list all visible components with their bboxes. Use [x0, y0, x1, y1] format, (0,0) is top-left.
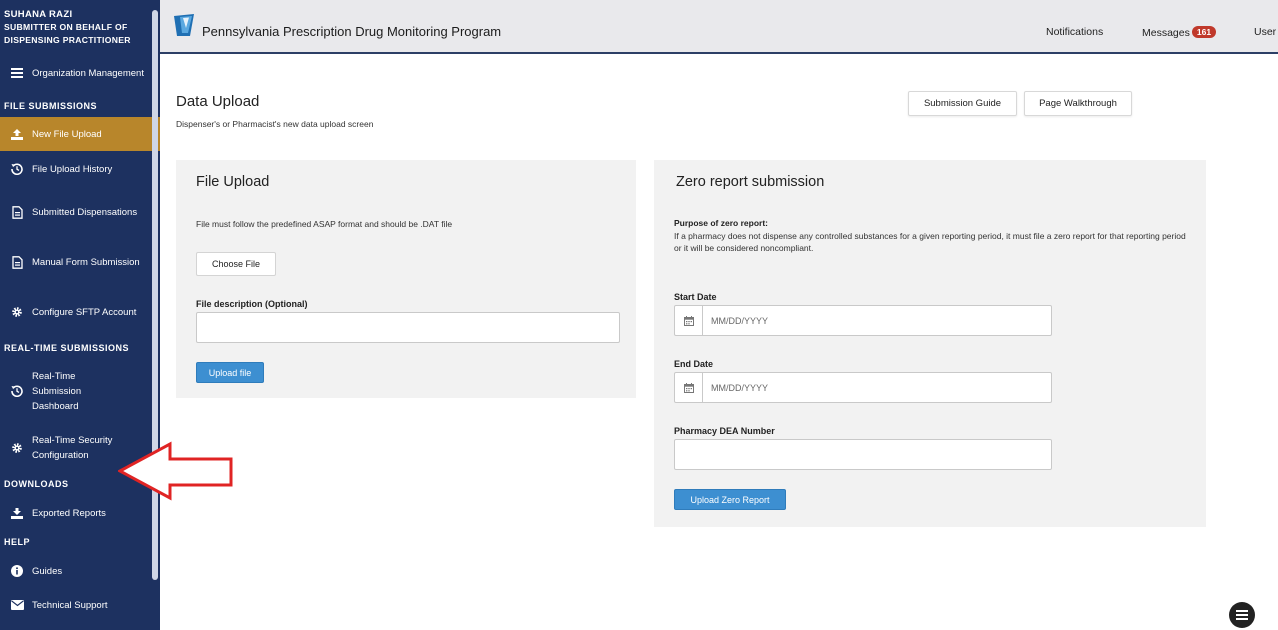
- choose-file-button[interactable]: Choose File: [196, 252, 276, 276]
- zero-report-title: Zero report submission: [676, 174, 825, 190]
- page-walkthrough-button[interactable]: Page Walkthrough: [1024, 91, 1132, 116]
- file-description-input[interactable]: [196, 312, 620, 343]
- floating-menu-button[interactable]: [1229, 602, 1255, 628]
- sidebar-item-submitted-dispensations[interactable]: Submitted Dispensations: [0, 187, 160, 237]
- zero-report-purpose-text: If a pharmacy does not dispense any cont…: [674, 231, 1186, 253]
- history-icon: [10, 163, 24, 175]
- sidebar-item-label: Manual Form Submission: [32, 256, 140, 268]
- envelope-icon: [10, 600, 24, 610]
- menu-icon: [1236, 610, 1248, 620]
- calendar-icon[interactable]: [675, 373, 703, 402]
- list-icon: [10, 68, 24, 78]
- pharmacy-dea-label: Pharmacy DEA Number: [674, 426, 775, 436]
- sidebar-item-label: Organization Management: [32, 67, 144, 79]
- file-icon: [10, 205, 24, 219]
- file-description-label: File description (Optional): [196, 299, 308, 309]
- top-bar: Pennsylvania Prescription Drug Monitorin…: [160, 0, 1278, 54]
- sidebar-item-realtime-dashboard[interactable]: Real-Time Submission Dashboard: [0, 359, 160, 423]
- messages-count-badge: 161: [1191, 26, 1217, 38]
- sidebar-item-manual-form-submission[interactable]: Manual Form Submission: [0, 237, 160, 287]
- end-date-input[interactable]: [703, 373, 1051, 402]
- notifications-link[interactable]: Notifications: [1046, 26, 1103, 38]
- sidebar-item-file-upload-history[interactable]: File Upload History: [0, 151, 160, 187]
- sidebar-item-label: Guides: [32, 565, 63, 577]
- end-date-label: End Date: [674, 359, 714, 369]
- calendar-icon[interactable]: [675, 306, 703, 335]
- pharmacy-dea-input[interactable]: [674, 439, 1052, 470]
- sidebar: SUHANA RAZI SUBMITTER ON BEHALF OF DISPE…: [0, 0, 160, 630]
- start-date-label: Start Date: [674, 292, 717, 302]
- sidebar-item-label: Real-Time Security Configuration: [32, 435, 113, 461]
- upload-icon: [10, 128, 24, 140]
- user-role: SUBMITTER ON BEHALF OF DISPENSING PRACTI…: [4, 22, 131, 45]
- keystone-logo-icon: [172, 13, 196, 37]
- sidebar-item-label: New File Upload: [32, 128, 102, 140]
- start-date-input[interactable]: [703, 306, 1051, 335]
- zero-report-panel: Zero report submission Purpose of zero r…: [654, 160, 1206, 527]
- file-icon: [10, 255, 24, 269]
- sidebar-item-label: File Upload History: [32, 163, 113, 175]
- sidebar-item-label: Real-Time Submission Dashboard: [32, 370, 82, 412]
- file-format-instruction: File must follow the predefined ASAP for…: [196, 219, 453, 229]
- user-info: SUHANA RAZI SUBMITTER ON BEHALF OF DISPE…: [0, 0, 160, 51]
- end-date-field: [674, 372, 1052, 403]
- sidebar-item-guides[interactable]: Guides: [0, 553, 160, 589]
- upload-zero-report-button[interactable]: Upload Zero Report: [674, 489, 786, 510]
- messages-label: Messages: [1142, 27, 1190, 39]
- red-arrow-annotation-icon: [118, 441, 233, 501]
- gear-icon: [10, 442, 24, 454]
- section-help: HELP: [4, 537, 31, 547]
- page-title: Data Upload: [176, 93, 260, 110]
- user-menu[interactable]: User: [1254, 26, 1276, 38]
- user-name: SUHANA RAZI: [4, 9, 73, 20]
- sidebar-item-technical-support[interactable]: Technical Support: [0, 589, 160, 621]
- zero-report-purpose-label: Purpose of zero report:: [674, 218, 768, 228]
- page-subtitle: Dispenser's or Pharmacist's new data upl…: [176, 119, 374, 129]
- messages-link[interactable]: Messages 161: [1142, 26, 1217, 39]
- gear-icon: [10, 306, 24, 318]
- sidebar-item-new-file-upload[interactable]: New File Upload: [0, 117, 160, 151]
- download-icon: [10, 507, 24, 519]
- sidebar-item-label: Configure SFTP Account: [32, 306, 137, 318]
- history-icon: [10, 385, 24, 397]
- sidebar-item-label: Submitted Dispensations: [32, 206, 138, 218]
- info-icon: [10, 565, 24, 577]
- upload-file-button[interactable]: Upload file: [196, 362, 264, 383]
- sidebar-item-organization-management[interactable]: Organization Management: [0, 51, 160, 95]
- sidebar-item-label: Exported Reports: [32, 507, 106, 519]
- sidebar-item-configure-sftp-account[interactable]: Configure SFTP Account: [0, 287, 160, 337]
- file-upload-panel: File Upload File must follow the predefi…: [176, 160, 636, 398]
- file-upload-title: File Upload: [196, 174, 270, 190]
- submission-guide-button[interactable]: Submission Guide: [908, 91, 1017, 116]
- sidebar-item-label: Technical Support: [32, 599, 108, 611]
- section-file-submissions: FILE SUBMISSIONS: [4, 101, 98, 111]
- section-realtime-submissions: REAL-TIME SUBMISSIONS: [4, 343, 130, 353]
- app-title: Pennsylvania Prescription Drug Monitorin…: [202, 24, 502, 39]
- start-date-field: [674, 305, 1052, 336]
